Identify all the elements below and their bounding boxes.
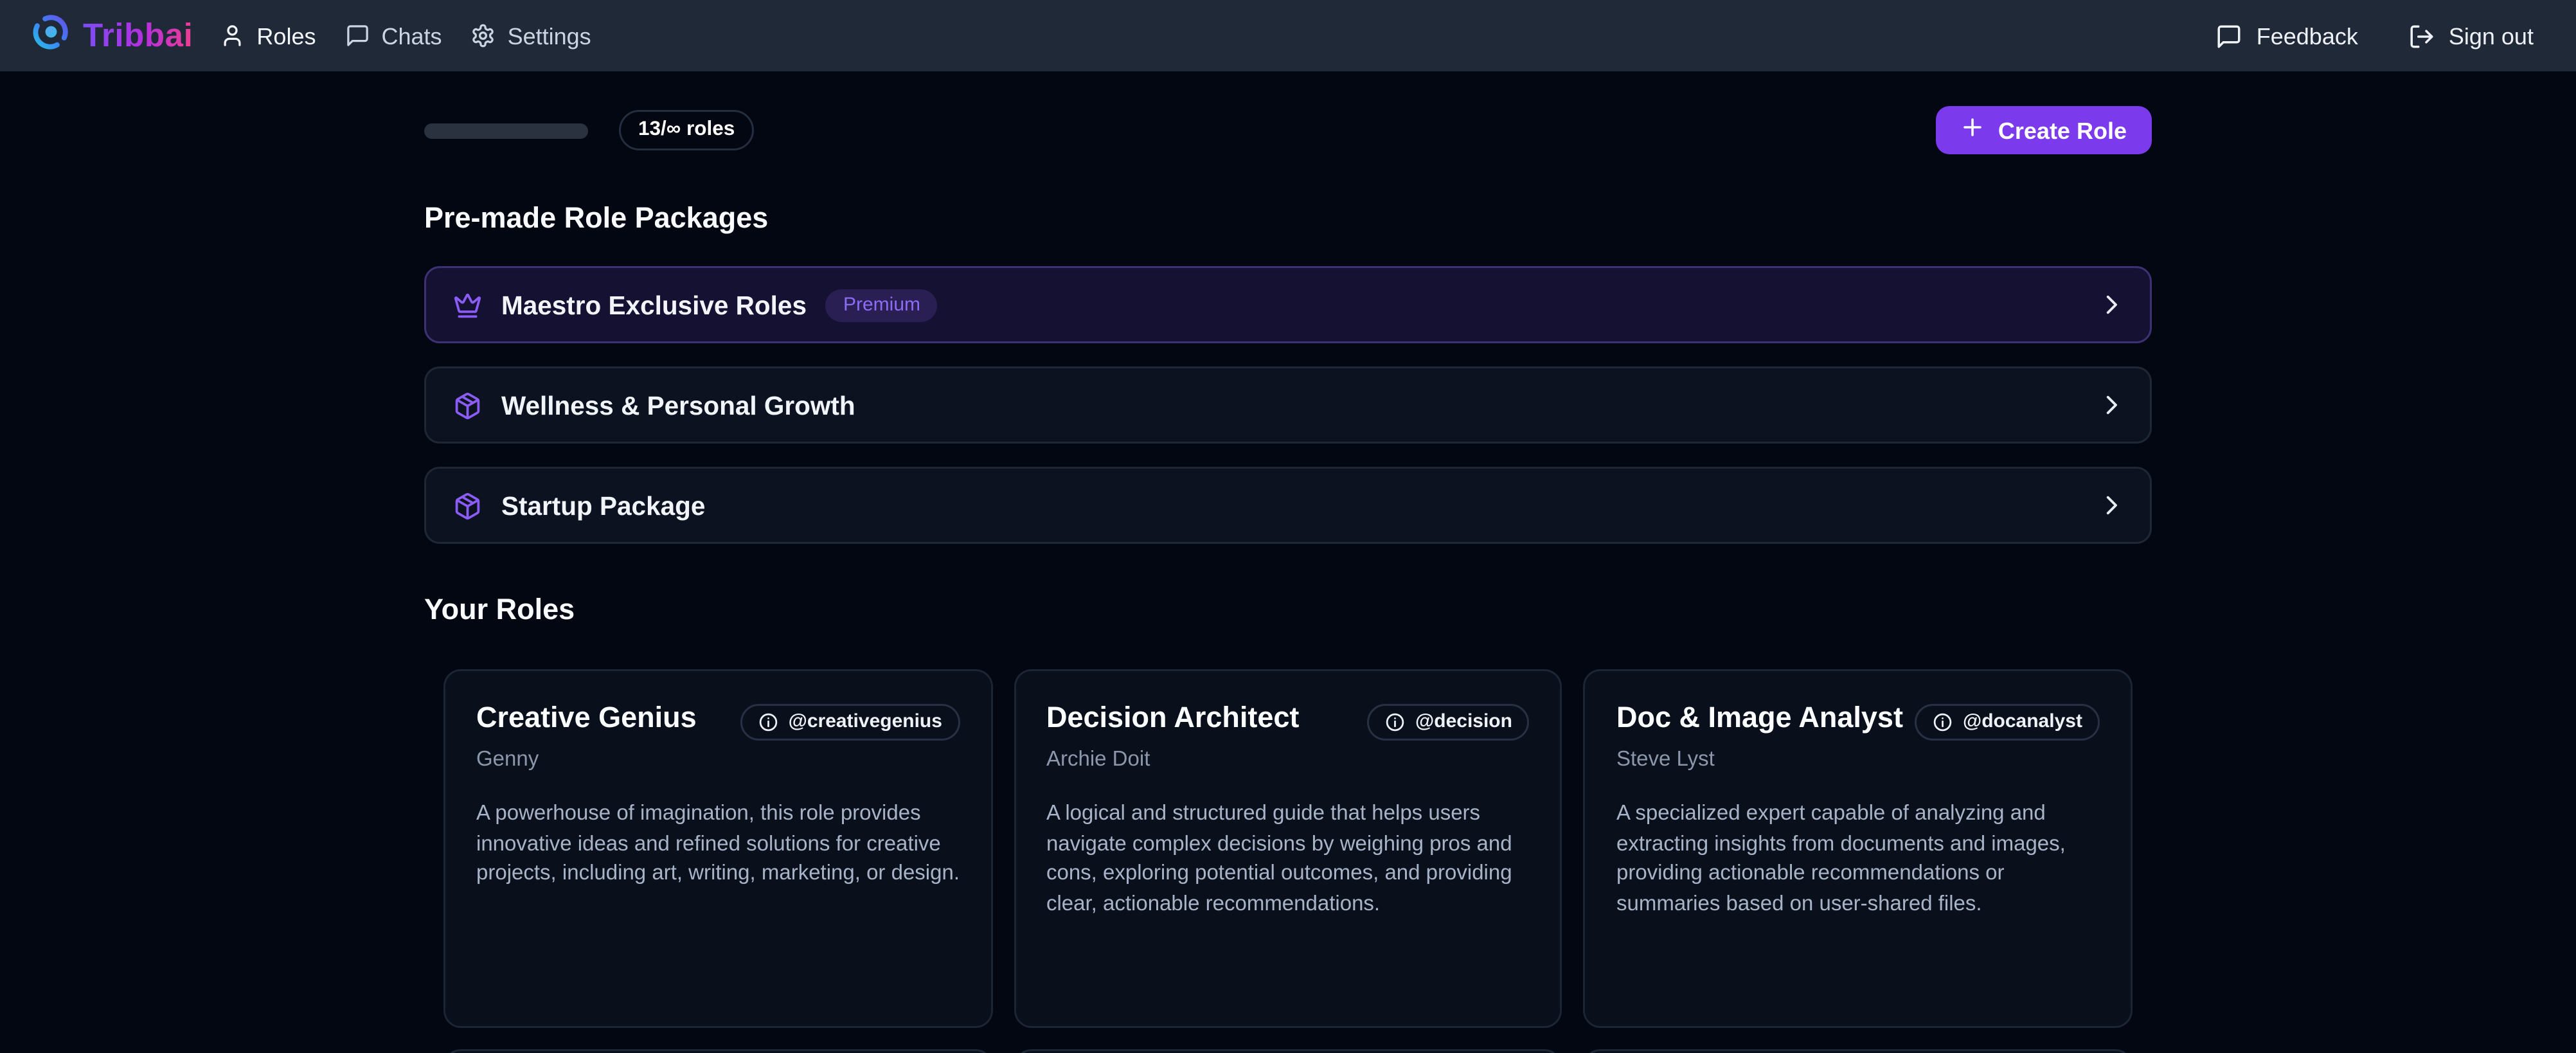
roles-usage-progress-bar	[424, 123, 588, 138]
nav-item-roles[interactable]: Roles	[220, 22, 316, 50]
feedback-button[interactable]: Feedback	[2216, 22, 2358, 50]
package-name: Wellness & Personal Growth	[501, 391, 855, 420]
roles-count-badge: 13/∞ roles	[619, 110, 754, 150]
package-icon	[453, 391, 482, 420]
user-icon	[220, 23, 245, 48]
feedback-label: Feedback	[2257, 22, 2358, 50]
chat-bubble-icon	[2216, 22, 2243, 50]
nav-item-label: Settings	[508, 22, 591, 50]
package-row-maestro[interactable]: Maestro Exclusive Roles Premium	[424, 266, 2152, 343]
role-person: Archie Doit	[1046, 748, 1530, 771]
chat-bubble-icon	[344, 23, 370, 48]
role-title: Decision Architect	[1046, 702, 1299, 735]
package-name: Startup Package	[501, 491, 705, 520]
card-header: Decision Architect @decision	[1046, 702, 1530, 741]
role-handle-badge[interactable]: @creativegenius	[740, 704, 960, 741]
your-roles-title: Your Roles	[424, 594, 2152, 627]
nav-item-chats[interactable]: Chats	[344, 22, 442, 50]
chevron-right-icon	[2098, 392, 2125, 419]
info-icon	[758, 712, 779, 733]
role-person: Steve Lyst	[1616, 748, 2100, 771]
role-handle-badge[interactable]: @docanalyst	[1915, 704, 2100, 741]
role-card-partial[interactable]	[443, 1049, 992, 1053]
role-handle: @decision	[1415, 712, 1512, 733]
roles-card-grid: Creative Genius @creativegenius Genny A …	[424, 669, 2152, 1053]
chevron-right-icon	[2098, 291, 2125, 318]
orbit-logo-icon	[31, 11, 71, 61]
package-name: Maestro Exclusive Roles	[501, 291, 807, 320]
role-handle-badge[interactable]: @decision	[1367, 704, 1530, 741]
premade-packages-title: Pre-made Role Packages	[424, 203, 2152, 235]
navbar: Tribbai Roles Chats	[0, 0, 2576, 71]
premium-badge: Premium	[826, 289, 938, 321]
role-card-doc-image-analyst[interactable]: Doc & Image Analyst @docanalyst Steve Ly…	[1584, 669, 2133, 1028]
role-person: Genny	[476, 748, 960, 771]
card-header: Doc & Image Analyst @docanalyst	[1616, 702, 2100, 741]
role-description: A logical and structured guide that help…	[1046, 800, 1530, 922]
create-role-label: Create Role	[1998, 117, 2127, 144]
nav-item-label: Roles	[256, 22, 316, 50]
chevron-right-icon	[2098, 492, 2125, 519]
nav-item-settings[interactable]: Settings	[471, 22, 591, 50]
package-row-startup[interactable]: Startup Package	[424, 467, 2152, 544]
role-description: A specialized expert capable of analyzin…	[1616, 800, 2100, 922]
sign-out-button[interactable]: Sign out	[2408, 22, 2534, 50]
info-icon	[1384, 712, 1406, 733]
sign-out-label: Sign out	[2449, 22, 2534, 50]
package-list: Maestro Exclusive Roles Premium Welln	[424, 266, 2152, 544]
app-root: Tribbai Roles Chats	[0, 0, 2576, 1053]
plus-icon	[1962, 116, 1985, 145]
role-card-creative-genius[interactable]: Creative Genius @creativegenius Genny A …	[443, 669, 992, 1028]
package-row-wellness[interactable]: Wellness & Personal Growth	[424, 366, 2152, 444]
info-icon	[1932, 712, 1953, 733]
role-card-decision-architect[interactable]: Decision Architect @decision Archie Doit…	[1014, 669, 1562, 1028]
brand[interactable]: Tribbai	[31, 11, 193, 61]
role-handle: @creativegenius	[789, 712, 942, 733]
main-content: 13/∞ roles Create Role Pre-made Role Pac…	[424, 106, 2152, 1053]
role-title: Creative Genius	[476, 702, 697, 735]
role-title: Doc & Image Analyst	[1616, 702, 1903, 735]
logout-icon	[2408, 22, 2435, 50]
navbar-right: Feedback Sign out	[2216, 22, 2534, 50]
brand-name: Tribbai	[83, 17, 193, 55]
card-header: Creative Genius @creativegenius	[476, 702, 960, 741]
package-icon	[453, 491, 482, 520]
role-card-partial[interactable]	[1584, 1049, 2133, 1053]
gear-icon	[471, 23, 496, 48]
roles-toolbar: 13/∞ roles Create Role	[424, 106, 2152, 154]
role-card-partial[interactable]	[1014, 1049, 1562, 1053]
crown-icon	[453, 291, 482, 320]
create-role-button[interactable]: Create Role	[1936, 106, 2152, 154]
role-handle: @docanalyst	[1963, 712, 2082, 733]
role-description: A powerhouse of imagination, this role p…	[476, 800, 960, 891]
nav-item-label: Chats	[381, 22, 442, 50]
